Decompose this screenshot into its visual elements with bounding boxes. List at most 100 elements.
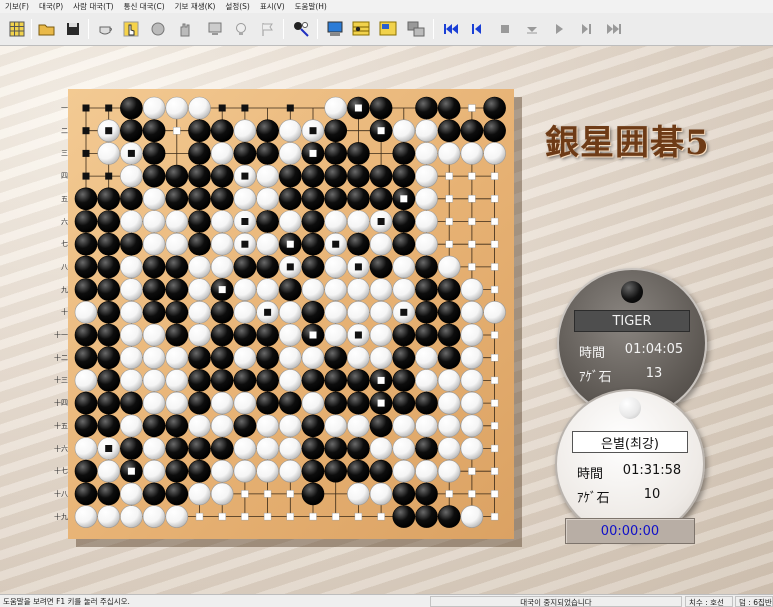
black-stone[interactable]	[437, 96, 461, 120]
white-stone[interactable]	[324, 414, 348, 438]
white-stone[interactable]	[210, 255, 234, 279]
white-stone[interactable]	[120, 369, 143, 392]
menu-item-1[interactable]: 대국(P)	[34, 1, 68, 12]
black-stone[interactable]	[210, 119, 234, 143]
white-stone[interactable]	[347, 414, 370, 438]
white-stone[interactable]	[74, 369, 98, 392]
black-stone[interactable]	[415, 323, 438, 347]
white-stone[interactable]	[210, 482, 234, 506]
black-stone[interactable]	[324, 187, 348, 211]
white-stone[interactable]	[120, 414, 143, 438]
menu-item-6[interactable]: 표시(V)	[255, 1, 290, 12]
white-stone[interactable]	[256, 414, 279, 438]
last-move-icon[interactable]	[603, 18, 625, 40]
white-stone[interactable]	[460, 323, 484, 347]
white-stone[interactable]	[210, 391, 234, 415]
white-stone[interactable]	[369, 232, 393, 256]
white-stone[interactable]	[210, 414, 234, 438]
black-stone[interactable]	[324, 369, 348, 392]
white-stone[interactable]	[347, 482, 370, 506]
black-stone[interactable]	[347, 232, 370, 256]
white-stone[interactable]	[460, 369, 484, 392]
menu-item-5[interactable]: 설정(S)	[220, 1, 254, 12]
white-stone[interactable]	[120, 255, 143, 279]
black-stone[interactable]	[165, 459, 189, 483]
white-stone[interactable]	[324, 323, 348, 347]
white-stone[interactable]	[165, 232, 189, 256]
white-stone[interactable]	[120, 164, 143, 188]
black-stone[interactable]	[347, 164, 370, 188]
black-stone[interactable]	[188, 142, 211, 165]
black-stone[interactable]	[415, 278, 438, 301]
white-stone[interactable]	[392, 459, 416, 483]
black-stone[interactable]	[392, 210, 416, 233]
white-stone[interactable]	[415, 119, 438, 143]
black-stone[interactable]	[188, 119, 211, 143]
white-stone[interactable]	[437, 369, 461, 392]
white-stone[interactable]	[142, 187, 166, 211]
black-stone[interactable]	[120, 96, 143, 120]
white-stone[interactable]	[279, 301, 302, 324]
black-stone[interactable]	[369, 414, 393, 438]
black-stone[interactable]	[142, 142, 166, 165]
white-stone[interactable]	[437, 437, 461, 460]
menu-item-4[interactable]: 기보 재생(K)	[170, 1, 221, 12]
board-grid[interactable]: 12345678910111213141516171819	[68, 89, 522, 547]
black-stone[interactable]	[188, 369, 211, 392]
white-stone[interactable]	[97, 505, 121, 528]
black-stone[interactable]	[392, 505, 416, 528]
white-stone[interactable]	[460, 278, 484, 301]
black-stone[interactable]	[97, 278, 121, 301]
white-stone[interactable]	[437, 459, 461, 483]
black-stone[interactable]	[324, 346, 348, 370]
black-stone[interactable]	[301, 232, 325, 256]
black-stone[interactable]	[188, 210, 211, 233]
white-stone[interactable]	[483, 301, 506, 324]
menu-item-0[interactable]: 기보(F)	[0, 1, 34, 12]
black-stone[interactable]	[415, 505, 438, 528]
black-stone[interactable]	[301, 369, 325, 392]
white-stone[interactable]	[392, 437, 416, 460]
black-stone[interactable]	[74, 323, 98, 347]
black-stone[interactable]	[165, 414, 189, 438]
black-stone[interactable]	[97, 210, 121, 233]
black-stone[interactable]	[437, 301, 461, 324]
white-stone[interactable]	[210, 210, 234, 233]
black-stone[interactable]	[369, 164, 393, 188]
white-stone[interactable]	[415, 346, 438, 370]
white-stone[interactable]	[233, 437, 257, 460]
black-stone[interactable]	[301, 164, 325, 188]
black-stone[interactable]	[437, 323, 461, 347]
black-stone[interactable]	[74, 232, 98, 256]
white-stone[interactable]	[233, 301, 257, 324]
black-stone[interactable]	[188, 232, 211, 256]
white-stone[interactable]	[415, 232, 438, 256]
black-stone[interactable]	[415, 391, 438, 415]
white-stone[interactable]	[142, 505, 166, 528]
magic-wand-icon[interactable]	[290, 18, 312, 40]
black-stone[interactable]	[369, 96, 393, 120]
black-stone[interactable]	[437, 278, 461, 301]
white-stone[interactable]	[142, 346, 166, 370]
white-stone[interactable]	[233, 278, 257, 301]
white-stone[interactable]	[256, 164, 279, 188]
white-stone[interactable]	[165, 96, 189, 120]
black-stone[interactable]	[165, 187, 189, 211]
black-stone[interactable]	[256, 210, 279, 233]
white-stone[interactable]	[324, 210, 348, 233]
white-stone[interactable]	[279, 323, 302, 347]
white-stone[interactable]	[392, 414, 416, 438]
white-stone[interactable]	[347, 278, 370, 301]
white-stone[interactable]	[142, 232, 166, 256]
black-stone[interactable]	[301, 414, 325, 438]
lightbulb-icon[interactable]	[230, 18, 252, 40]
black-stone[interactable]	[142, 164, 166, 188]
white-stone[interactable]	[256, 278, 279, 301]
white-stone[interactable]	[210, 459, 234, 483]
black-stone[interactable]	[347, 187, 370, 211]
board-score-icon[interactable]	[377, 18, 399, 40]
black-stone[interactable]	[301, 459, 325, 483]
white-stone[interactable]	[437, 255, 461, 279]
black-stone[interactable]	[392, 232, 416, 256]
white-stone[interactable]	[460, 142, 484, 165]
